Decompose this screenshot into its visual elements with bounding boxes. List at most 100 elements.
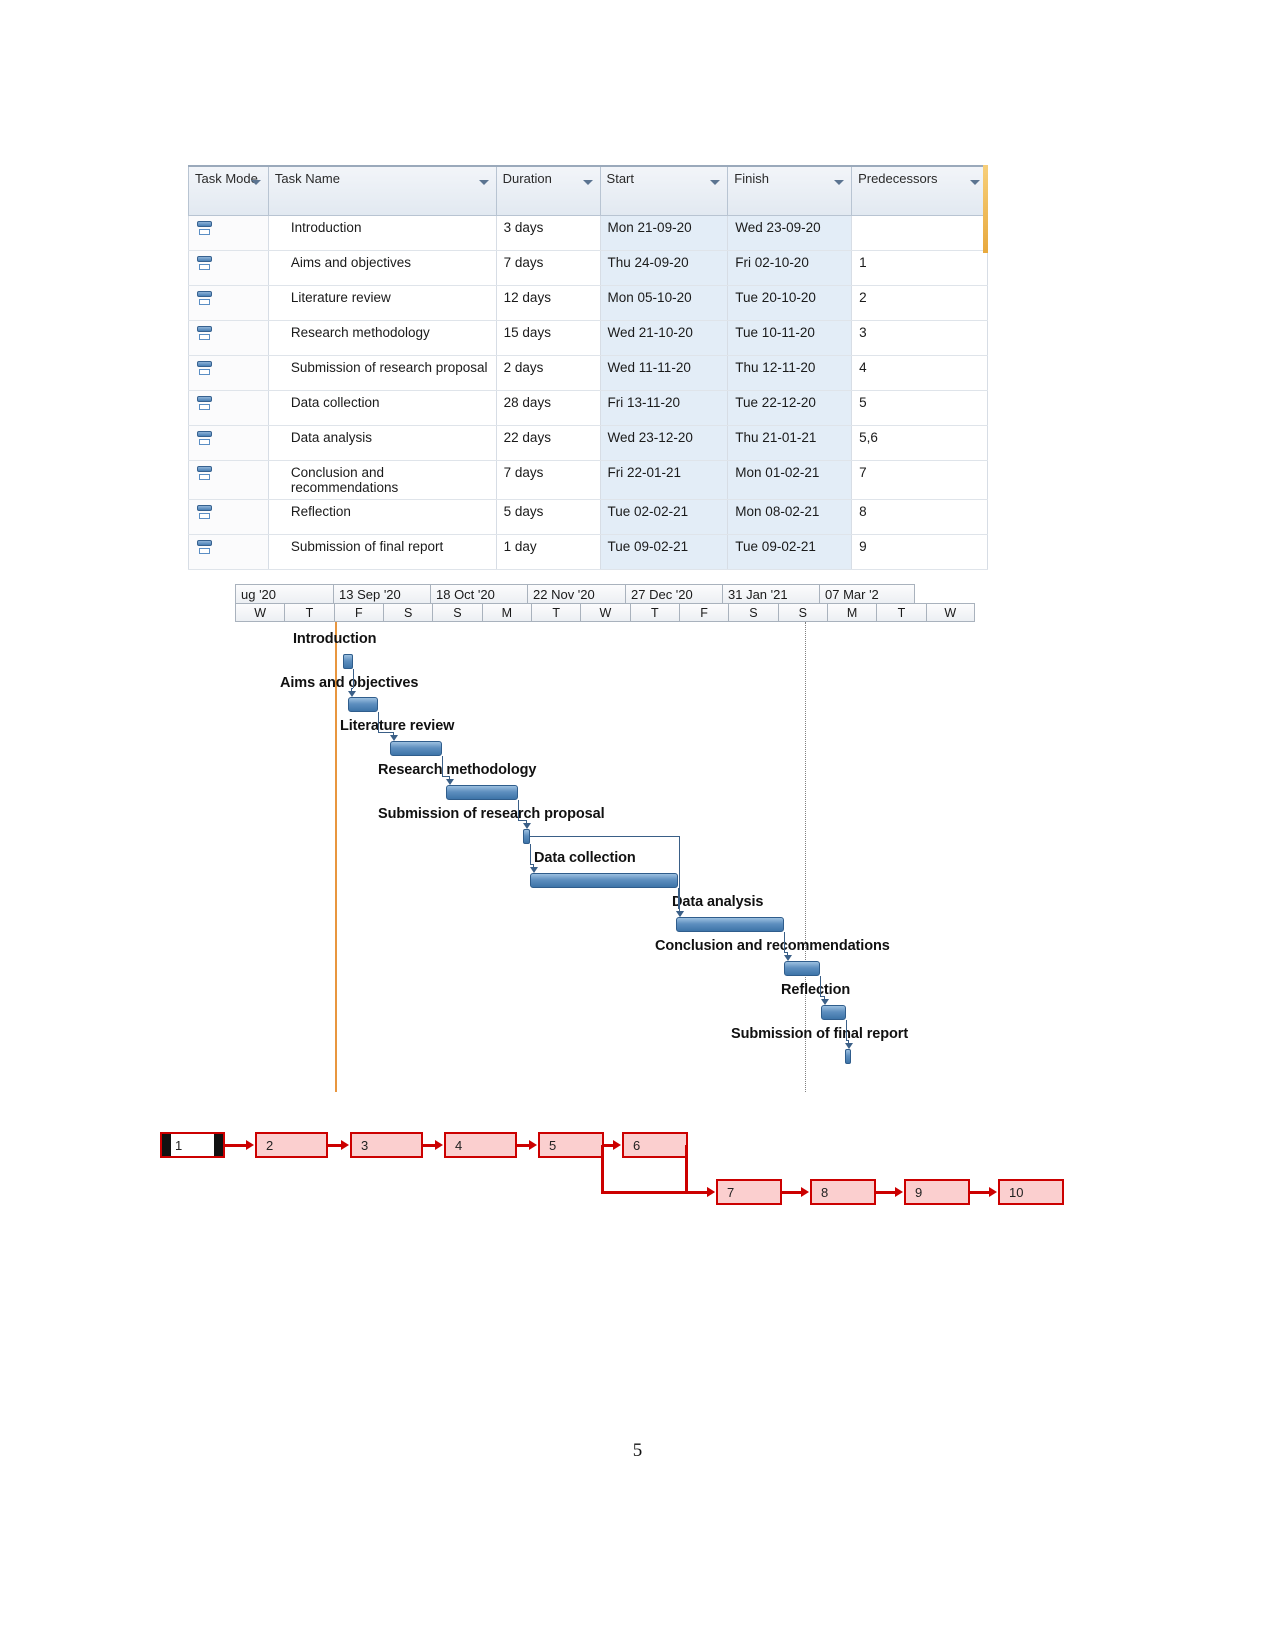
network-node-1[interactable]: 1 [160,1132,225,1158]
filter-dropdown-icon-start[interactable] [710,180,721,185]
table-row[interactable]: Introduction 3 days Mon 21-09-20 Wed 23-09-… [188,215,988,251]
duration-cell[interactable]: 15 days [495,320,601,356]
task-mode-cell[interactable] [188,390,269,426]
finish-date-cell[interactable]: Tue 20-10-20 [727,285,853,321]
filter-dropdown-icon-task-mode[interactable] [250,180,261,185]
gantt-bar-7[interactable] [784,961,820,976]
task-name-cell[interactable]: Reflection [267,499,497,535]
start-date-cell[interactable]: Wed 11-11-20 [599,355,729,391]
filter-dropdown-icon-finish[interactable] [834,180,845,185]
network-node-5[interactable]: 5 [538,1132,604,1158]
gantt-bar-8[interactable] [821,1005,846,1020]
start-date-cell[interactable]: Tue 09-02-21 [599,534,729,570]
predecessors-cell[interactable]: 8 [851,499,988,535]
table-row[interactable]: Data analysis 22 days Wed 23-12-20 Thu 21-0… [188,425,988,461]
network-node-10[interactable]: 10 [998,1179,1064,1205]
task-mode-cell[interactable] [188,250,269,286]
task-name-cell[interactable]: Submission of final report [267,534,497,570]
table-row[interactable]: Submission of research proposal 2 days Wed… [188,355,988,391]
start-date-cell[interactable]: Mon 05-10-20 [599,285,729,321]
task-name-cell[interactable]: Data analysis [267,425,497,461]
network-node-2[interactable]: 2 [255,1132,328,1158]
gantt-bar-0[interactable] [343,654,353,669]
task-name-cell[interactable]: Conclusion and recommendations [267,460,497,500]
task-mode-cell[interactable] [188,460,269,500]
task-mode-cell[interactable] [188,534,269,570]
finish-date-cell[interactable]: Mon 08-02-21 [727,499,853,535]
predecessors-cell[interactable]: 7 [851,460,988,500]
table-row[interactable]: Reflection 5 days Tue 02-02-21 Mon 08-02-21… [188,499,988,535]
predecessors-cell[interactable]: 1 [851,250,988,286]
predecessors-cell[interactable]: 5,6 [851,425,988,461]
table-row[interactable]: Conclusion and recommendations 7 days Fri … [188,460,988,500]
column-header-duration[interactable]: Duration [495,165,601,216]
predecessors-cell[interactable]: 4 [851,355,988,391]
predecessors-cell[interactable]: 5 [851,390,988,426]
network-node-3[interactable]: 3 [350,1132,423,1158]
duration-cell[interactable]: 7 days [495,460,601,500]
task-name-cell[interactable]: Research methodology [267,320,497,356]
filter-dropdown-icon-duration[interactable] [582,180,593,185]
finish-date-cell[interactable]: Mon 01-02-21 [727,460,853,500]
column-header-start[interactable]: Start [599,165,729,216]
start-date-cell[interactable]: Mon 21-09-20 [599,215,729,251]
task-mode-cell[interactable] [188,499,269,535]
column-header-task-mode[interactable]: Task Mode [188,165,269,216]
gantt-bar-4[interactable] [523,829,530,844]
task-name-cell[interactable]: Literature review [267,285,497,321]
gantt-bar-2[interactable] [390,741,442,756]
filter-dropdown-icon-predecessors[interactable] [970,180,980,185]
column-header-predecessors[interactable]: Predecessors [851,165,988,216]
column-header-finish[interactable]: Finish [727,165,853,216]
finish-date-cell[interactable]: Thu 21-01-21 [727,425,853,461]
duration-cell[interactable]: 7 days [495,250,601,286]
task-name-cell[interactable]: Data collection [267,390,497,426]
predecessors-cell[interactable]: 2 [851,285,988,321]
network-node-4[interactable]: 4 [444,1132,517,1158]
duration-cell[interactable]: 2 days [495,355,601,391]
network-node-7[interactable]: 7 [716,1179,782,1205]
start-date-cell[interactable]: Fri 22-01-21 [599,460,729,500]
start-date-cell[interactable]: Tue 02-02-21 [599,499,729,535]
table-row[interactable]: Data collection 28 days Fri 13-11-20 Tue 22… [188,390,988,426]
duration-cell[interactable]: 5 days [495,499,601,535]
task-name-cell[interactable]: Introduction [267,215,497,251]
duration-cell[interactable]: 1 day [495,534,601,570]
predecessors-cell[interactable]: 3 [851,320,988,356]
finish-date-cell[interactable]: Fri 02-10-20 [727,250,853,286]
start-date-cell[interactable]: Wed 21-10-20 [599,320,729,356]
table-row[interactable]: Literature review 12 days Mon 05-10-20 Tue … [188,285,988,321]
gantt-bar-9[interactable] [845,1049,851,1064]
duration-cell[interactable]: 28 days [495,390,601,426]
finish-date-cell[interactable]: Tue 09-02-21 [727,534,853,570]
finish-date-cell[interactable]: Wed 23-09-20 [727,215,853,251]
table-row[interactable]: Research methodology 15 days Wed 21-10-20 T… [188,320,988,356]
duration-cell[interactable]: 3 days [495,215,601,251]
gantt-bar-5[interactable] [530,873,678,888]
task-mode-cell[interactable] [188,320,269,356]
finish-date-cell[interactable]: Tue 10-11-20 [727,320,853,356]
gantt-bar-3[interactable] [446,785,518,800]
start-date-cell[interactable]: Thu 24-09-20 [599,250,729,286]
network-node-9[interactable]: 9 [904,1179,970,1205]
filter-dropdown-icon-task-name[interactable] [478,180,489,185]
finish-date-cell[interactable]: Thu 12-11-20 [727,355,853,391]
network-node-8[interactable]: 8 [810,1179,876,1205]
table-row[interactable]: Submission of final report 1 day Tue 09-02… [188,534,988,570]
task-mode-cell[interactable] [188,285,269,321]
task-name-cell[interactable]: Submission of research proposal [267,355,497,391]
network-node-6[interactable]: 6 [622,1132,688,1158]
gantt-bar-6[interactable] [676,917,784,932]
task-name-cell[interactable]: Aims and objectives [267,250,497,286]
task-mode-cell[interactable] [188,215,269,251]
task-mode-cell[interactable] [188,425,269,461]
start-date-cell[interactable]: Wed 23-12-20 [599,425,729,461]
gantt-bar-1[interactable] [348,697,378,712]
predecessors-cell[interactable] [851,215,988,251]
table-row[interactable]: Aims and objectives 7 days Thu 24-09-20 Fri… [188,250,988,286]
duration-cell[interactable]: 22 days [495,425,601,461]
predecessors-cell[interactable]: 9 [851,534,988,570]
column-header-task-name[interactable]: Task Name [267,165,497,216]
start-date-cell[interactable]: Fri 13-11-20 [599,390,729,426]
duration-cell[interactable]: 12 days [495,285,601,321]
